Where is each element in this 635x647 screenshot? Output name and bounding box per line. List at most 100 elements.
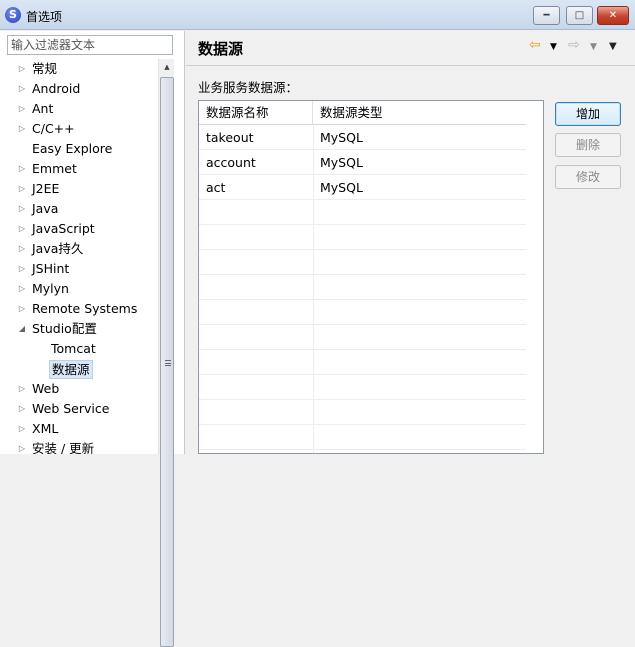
collapsed-triangle-icon[interactable]: ▷ <box>18 79 26 99</box>
tree-item[interactable]: 数据源 <box>0 359 158 379</box>
collapsed-triangle-icon[interactable]: ▷ <box>18 219 26 239</box>
tree-item[interactable]: ▷ Web Service <box>0 399 158 419</box>
tree-item[interactable]: ▷ Remote Systems <box>0 299 158 319</box>
preferences-nav-panel: ▷常规▷Android▷Ant▷C/C++Easy Explore▷Emmet▷… <box>0 31 185 647</box>
table-row[interactable] <box>199 325 543 350</box>
cell-datasource-name: act <box>206 180 226 195</box>
title-bar: S 首选项 ━ □ ✕ <box>0 0 635 30</box>
table-row[interactable]: act MySQL <box>199 175 543 200</box>
cell-datasource-type: MySQL <box>320 155 363 170</box>
tree-item-label: Remote Systems <box>32 301 138 316</box>
collapsed-triangle-icon[interactable]: ▷ <box>18 119 26 139</box>
add-button[interactable]: 增加 <box>555 102 621 126</box>
tree-item-label: Web Service <box>32 401 110 416</box>
collapsed-triangle-icon[interactable]: ▷ <box>18 279 26 299</box>
column-header-type[interactable]: 数据源类型 <box>313 101 543 125</box>
table-row[interactable] <box>199 225 543 250</box>
table-row[interactable] <box>199 275 543 300</box>
header-divider <box>186 65 635 66</box>
tree-item-label: JavaScript <box>32 221 95 236</box>
close-button[interactable]: ✕ <box>597 6 629 25</box>
forward-history-chevron-icon[interactable]: ▼ <box>590 40 597 54</box>
tree-item[interactable]: ▷ J2EE <box>0 179 158 199</box>
tree-item-label: Ant <box>32 101 54 116</box>
section-label: 业务服务数据源： <box>198 80 299 95</box>
preferences-tree: ▷ 常规 ▷ Android ▷ Ant ▷ C/C++ Easy Explore ▷ Emmet ▷… <box>0 59 158 454</box>
collapsed-triangle-icon[interactable]: ▷ <box>18 159 26 179</box>
collapsed-triangle-icon[interactable]: ▷ <box>18 419 26 439</box>
tree-item-label: 安装 / 更新 <box>32 441 95 454</box>
tree-item-label: Web <box>32 381 60 396</box>
tree-item-label: Mylyn <box>32 281 69 296</box>
collapsed-triangle-icon[interactable]: ▷ <box>18 379 26 399</box>
preference-page: 数据源 ⇦ ▼ ⇨ ▼ ▼ 业务服务数据源： 数据源名称 数据源类型 takeo… <box>186 31 635 454</box>
collapsed-triangle-icon[interactable]: ▷ <box>18 399 26 419</box>
tree-item-label: J2EE <box>32 181 60 196</box>
tree-scrollbar[interactable]: ▲ <box>158 59 175 647</box>
filter-input[interactable] <box>7 35 173 55</box>
tree-item[interactable]: ▷ Mylyn <box>0 279 158 299</box>
table-row[interactable] <box>199 425 543 450</box>
column-header-name[interactable]: 数据源名称 <box>199 101 313 125</box>
tree-item-label: Easy Explore <box>32 141 113 156</box>
cell-datasource-type: MySQL <box>320 130 363 145</box>
maximize-button[interactable]: □ <box>566 6 593 25</box>
table-row[interactable]: account MySQL <box>199 150 543 175</box>
tree-item-label: Android <box>32 81 81 96</box>
tree-item[interactable]: Easy Explore <box>0 139 158 159</box>
collapsed-triangle-icon[interactable]: ▷ <box>18 59 26 79</box>
collapsed-triangle-icon[interactable]: ▷ <box>18 259 26 279</box>
collapsed-triangle-icon[interactable]: ▷ <box>18 299 26 319</box>
tree-item[interactable]: ▷ Web <box>0 379 158 399</box>
tree-item-label: 数据源 <box>49 360 93 379</box>
tree-item[interactable]: ▷ Android <box>0 79 158 99</box>
tree-item[interactable]: ▷ Java持久 <box>0 239 158 259</box>
cell-datasource-name: takeout <box>206 130 254 145</box>
tree-item-label: Java <box>32 201 59 216</box>
table-row[interactable] <box>199 375 543 400</box>
minimize-button[interactable]: ━ <box>533 6 560 25</box>
tree-item[interactable]: ▷ Ant <box>0 99 158 119</box>
collapsed-triangle-icon[interactable]: ▷ <box>18 239 26 259</box>
table-row[interactable] <box>199 400 543 425</box>
tree-item-label: Tomcat <box>51 341 96 356</box>
table-row[interactable]: takeout MySQL <box>199 125 543 150</box>
table-row[interactable] <box>199 200 543 225</box>
delete-button[interactable]: 删除 <box>555 133 621 157</box>
table-row[interactable] <box>199 250 543 275</box>
tree-item[interactable]: ▷ Emmet <box>0 159 158 179</box>
view-menu-chevron-icon[interactable]: ▼ <box>609 40 617 54</box>
tree-item[interactable]: ▷ JSHint <box>0 259 158 279</box>
collapsed-triangle-icon[interactable]: ▷ <box>18 179 26 199</box>
tree-item-label: Studio配置 <box>32 321 97 336</box>
tree-item[interactable]: ◢ Studio配置 <box>0 319 158 339</box>
collapsed-triangle-icon[interactable]: ▷ <box>18 99 26 119</box>
tree-item[interactable]: ▷ 安装 / 更新 <box>0 439 158 454</box>
table-row[interactable] <box>199 350 543 375</box>
scroll-up-icon[interactable]: ▲ <box>159 59 175 75</box>
tree-item[interactable]: Tomcat <box>0 339 158 359</box>
tree-item[interactable]: ▷ C/C++ <box>0 119 158 139</box>
collapsed-triangle-icon[interactable]: ▷ <box>18 439 26 454</box>
tree-item-label: C/C++ <box>32 121 75 136</box>
back-history-chevron-icon[interactable]: ▼ <box>550 40 557 54</box>
scrollbar-thumb[interactable] <box>160 77 174 647</box>
expanded-triangle-icon[interactable]: ◢ <box>18 319 26 339</box>
table-header: 数据源名称 数据源类型 <box>199 101 543 125</box>
grip-icon <box>165 360 171 366</box>
edit-button[interactable]: 修改 <box>555 165 621 189</box>
back-arrow-icon[interactable]: ⇦ <box>529 38 541 52</box>
tree-item[interactable]: ▷ JavaScript <box>0 219 158 239</box>
app-icon: S <box>5 7 21 23</box>
table-scrollbar[interactable] <box>526 101 543 453</box>
tree-item[interactable]: ▷ Java <box>0 199 158 219</box>
table-row[interactable] <box>199 300 543 325</box>
collapsed-triangle-icon[interactable]: ▷ <box>18 199 26 219</box>
tree-item-label: XML <box>32 421 59 436</box>
window-title: 首选项 <box>26 10 63 24</box>
tree-item[interactable]: ▷ XML <box>0 419 158 439</box>
datasource-table[interactable]: 数据源名称 数据源类型 takeout MySQL account MySQL act M… <box>198 100 544 454</box>
tree-item[interactable]: ▷ 常规 <box>0 59 158 79</box>
forward-arrow-icon[interactable]: ⇨ <box>568 38 580 52</box>
cell-datasource-type: MySQL <box>320 180 363 195</box>
